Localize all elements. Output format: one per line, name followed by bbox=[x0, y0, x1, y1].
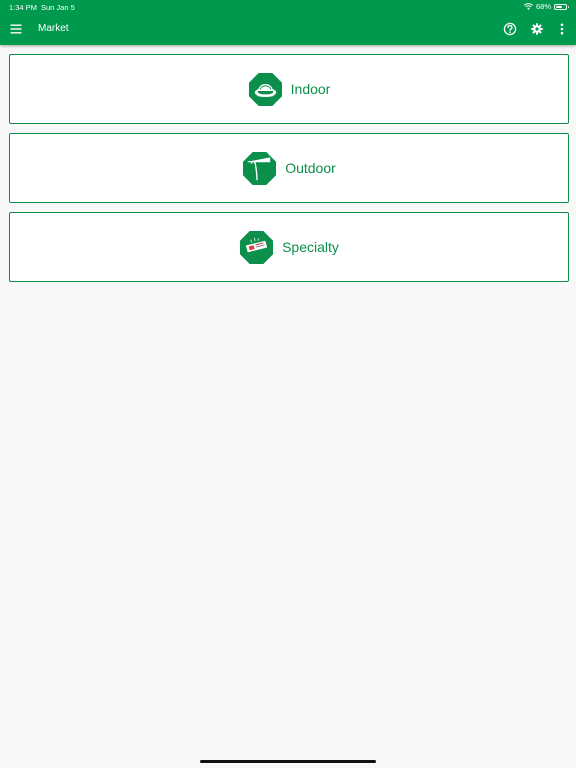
category-list: Indoor Outdoor Specialty bbox=[9, 54, 569, 291]
help-icon[interactable] bbox=[503, 22, 517, 36]
card-inner: Indoor bbox=[248, 72, 331, 107]
status-bar: 1:34 PM Sun Jan 5 68% bbox=[0, 0, 576, 14]
page-title: Market bbox=[38, 23, 69, 34]
category-card-outdoor[interactable]: Outdoor bbox=[9, 133, 569, 203]
gear-icon[interactable] bbox=[530, 22, 544, 36]
outdoor-icon bbox=[243, 151, 277, 185]
card-inner: Outdoor bbox=[242, 151, 336, 186]
category-card-indoor[interactable]: Indoor bbox=[9, 54, 569, 124]
toolbar: Market bbox=[0, 14, 576, 45]
app-bar: 1:34 PM Sun Jan 5 68% Market bbox=[0, 0, 576, 45]
more-vert-icon[interactable] bbox=[555, 22, 569, 36]
category-label: Indoor bbox=[290, 81, 331, 97]
home-indicator[interactable] bbox=[200, 760, 376, 763]
menu-icon[interactable] bbox=[9, 22, 23, 36]
category-card-specialty[interactable]: Specialty bbox=[9, 212, 569, 282]
category-label: Specialty bbox=[282, 239, 339, 255]
category-label: Outdoor bbox=[285, 160, 336, 176]
battery-fill bbox=[556, 5, 563, 8]
status-date: Sun Jan 5 bbox=[41, 3, 75, 12]
card-inner: Specialty bbox=[239, 230, 339, 265]
battery-nub bbox=[567, 5, 569, 8]
market-screen: 1:34 PM Sun Jan 5 68% Market Indoor Outd… bbox=[0, 0, 576, 768]
specialty-icon bbox=[240, 230, 274, 264]
status-right: 68% bbox=[523, 2, 569, 11]
battery-icon bbox=[554, 3, 569, 10]
wifi-icon bbox=[523, 3, 533, 10]
indoor-icon bbox=[248, 72, 282, 106]
battery-percent: 68% bbox=[535, 2, 551, 11]
status-time: 1:34 PM bbox=[9, 3, 37, 12]
